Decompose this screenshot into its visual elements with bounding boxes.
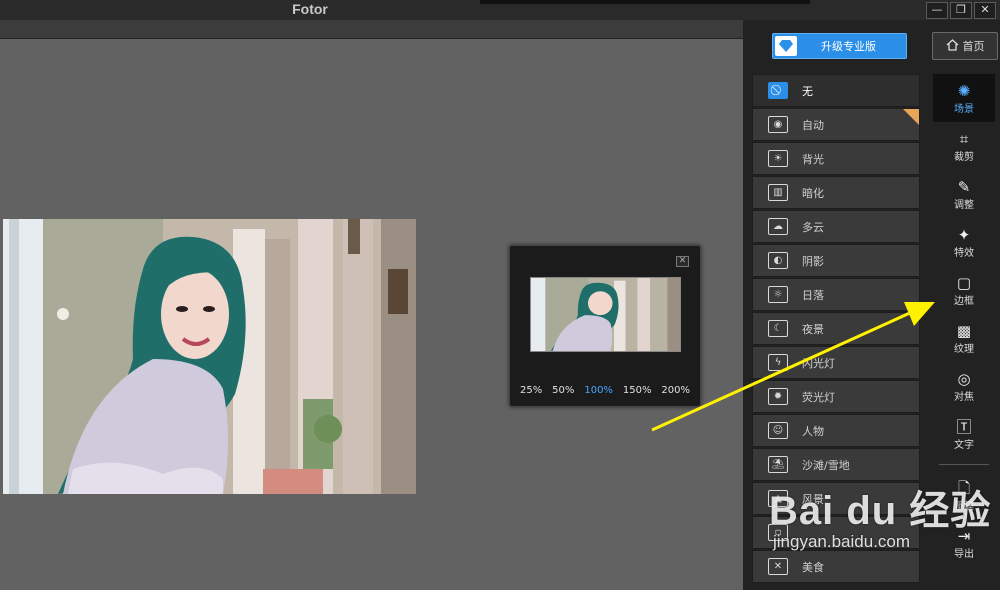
person-icon: ☺ (768, 422, 788, 439)
frame-icon: ▢ (956, 273, 972, 292)
sparkle-icon: ✦ (957, 225, 971, 244)
app-title: Fotor (292, 1, 328, 17)
scene-label: 阴影 (802, 254, 824, 268)
scene-item[interactable]: ◐ 阴影 (752, 244, 920, 277)
scene-item[interactable]: ☼ 日落 (752, 278, 920, 311)
tool-frame[interactable]: ▢ 边框 (933, 266, 995, 314)
scene-label: 自动 (802, 118, 824, 132)
pro-corner-badge (903, 109, 919, 125)
zoom-option[interactable]: 200% (661, 385, 690, 396)
title-bar: Fotor — ❐ ✕ (0, 0, 1000, 20)
main-photo[interactable] (3, 219, 416, 494)
zoom-option[interactable]: 150% (623, 385, 652, 396)
preview-close-button[interactable]: ✕ (676, 256, 689, 267)
texture-icon: ▩ (956, 321, 972, 340)
tool-label: 文字 (954, 439, 974, 451)
backlight-icon: ☀ (768, 150, 788, 167)
darken-icon: ▥ (768, 184, 788, 201)
pencil-icon: ✎ (957, 177, 971, 196)
thumbnail-image (531, 278, 680, 351)
tool-separator (939, 464, 989, 465)
scene-label: 荧光灯 (802, 390, 835, 404)
scene-label: 闪光灯 (802, 356, 835, 370)
scene-item[interactable]: ◉ 自动 (752, 108, 920, 141)
focus-icon: ◎ (957, 369, 971, 388)
ban-icon: ⃠ (768, 82, 788, 99)
photo-image (3, 219, 416, 494)
scene-label: 夜景 (802, 322, 824, 336)
scene-item[interactable]: ✕ 美食 (752, 550, 920, 583)
scene-item[interactable]: ⃠无 (752, 74, 920, 107)
food-icon: ✕ (768, 558, 788, 575)
scene-label: 人物 (802, 424, 824, 438)
tool-label: 边框 (954, 295, 974, 307)
scene-label: 多云 (802, 220, 824, 234)
beach-icon: ⛱ (768, 456, 788, 473)
editor-top-bar (0, 20, 743, 39)
sun-icon: ✺ (957, 81, 971, 100)
scene-item[interactable]: ☀ 背光 (752, 142, 920, 175)
scene-label: 日落 (802, 288, 824, 302)
sunset-icon: ☼ (768, 286, 788, 303)
text-icon: 🅃 (956, 417, 972, 436)
diamond-icon (775, 36, 797, 56)
tool-label: 调整 (954, 199, 974, 211)
scene-item[interactable]: ✹ 荧光灯 (752, 380, 920, 413)
watermark-brand: Bai du 经验 (769, 489, 992, 533)
camera-icon: ◉ (768, 116, 788, 133)
scene-label: 美食 (802, 560, 824, 574)
home-icon (946, 38, 959, 54)
zoom-option[interactable]: 25% (520, 385, 542, 396)
tool-label: 场景 (954, 103, 974, 115)
crop-icon: ⌗ (959, 129, 969, 148)
scene-item[interactable]: ϟ 闪光灯 (752, 346, 920, 379)
tool-pencil[interactable]: ✎ 调整 (933, 170, 995, 218)
close-button[interactable]: ✕ (974, 2, 996, 19)
zoom-option[interactable]: 100% (584, 385, 613, 396)
scene-item[interactable]: ☾ 夜景 (752, 312, 920, 345)
restore-button[interactable]: ❐ (950, 2, 972, 19)
home-button[interactable]: 首页 (932, 32, 998, 60)
cloud-icon: ☁ (768, 218, 788, 235)
upgrade-label: 升级专业版 (821, 40, 876, 53)
scene-item[interactable]: ☺ 人物 (752, 414, 920, 447)
minimize-button[interactable]: — (926, 2, 948, 19)
scene-item[interactable]: ⛱ 沙滩/雪地 (752, 448, 920, 481)
tool-label: 裁剪 (954, 151, 974, 163)
scene-item[interactable]: ▥ 暗化 (752, 176, 920, 209)
tool-texture[interactable]: ▩ 纹理 (933, 314, 995, 362)
tool-text[interactable]: 🅃 文字 (933, 410, 995, 458)
tool-crop[interactable]: ⌗ 裁剪 (933, 122, 995, 170)
window-controls: — ❐ ✕ (926, 2, 996, 19)
tool-label: 特效 (954, 247, 974, 259)
home-label: 首页 (962, 40, 985, 53)
shadow-icon: ◐ (768, 252, 788, 269)
preview-thumbnail[interactable] (530, 277, 681, 352)
upgrade-pro-button[interactable]: 升级专业版 (772, 33, 907, 59)
tool-sparkle[interactable]: ✦ 特效 (933, 218, 995, 266)
zoom-levels: 25% 50% 100% 150% 200% (520, 385, 690, 396)
tool-label: 对焦 (954, 391, 974, 403)
bulb-icon: ✹ (768, 388, 788, 405)
zoom-preview-panel: ✕ 25% 50% 100% 150% 200% (509, 245, 701, 407)
scene-label: 暗化 (802, 186, 824, 200)
scene-label: 背光 (802, 152, 824, 166)
scene-label: 沙滩/雪地 (802, 458, 850, 472)
tool-focus[interactable]: ◎ 对焦 (933, 362, 995, 410)
tool-label: 纹理 (954, 343, 974, 355)
tool-sun[interactable]: ✺ 场景 (933, 74, 995, 122)
scene-item[interactable]: ☁ 多云 (752, 210, 920, 243)
moon-icon: ☾ (768, 320, 788, 337)
flash-icon: ϟ (768, 354, 788, 371)
baidu-watermark: Bai du 经验 jingyan.baidu.com (769, 478, 991, 552)
zoom-option[interactable]: 50% (552, 385, 574, 396)
scene-label: 无 (802, 84, 813, 98)
